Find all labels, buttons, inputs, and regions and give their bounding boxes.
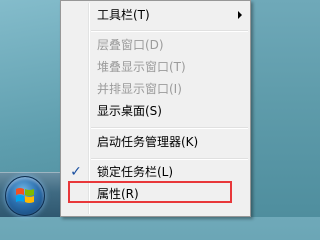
menu-item-side-by-side-windows[interactable]: 并排显示窗口(I) xyxy=(63,78,248,100)
submenu-arrow-icon xyxy=(238,11,242,19)
checkmark-icon: ✓ xyxy=(70,164,82,180)
menu-item-cascade-windows[interactable]: 层叠窗口(D) xyxy=(63,34,248,56)
start-button[interactable] xyxy=(5,176,45,216)
menu-separator xyxy=(91,127,248,129)
windows-logo-icon xyxy=(16,188,34,203)
menu-item-label: 显示桌面(S) xyxy=(97,104,162,118)
menu-item-label: 工具栏(T) xyxy=(97,8,150,22)
menu-item-label: 锁定任务栏(L) xyxy=(97,165,174,179)
menu-item-label: 启动任务管理器(K) xyxy=(97,135,199,149)
highlight-box xyxy=(68,181,232,203)
menu-separator xyxy=(91,158,248,160)
menu-item-toolbars[interactable]: 工具栏(T) xyxy=(63,4,248,26)
menu-item-task-manager[interactable]: 启动任务管理器(K) xyxy=(63,131,248,153)
menu-item-label: 堆叠显示窗口(T) xyxy=(97,60,186,74)
menu-item-show-desktop[interactable]: 显示桌面(S) xyxy=(63,100,248,122)
menu-item-label: 层叠窗口(D) xyxy=(97,38,164,52)
menu-item-lock-taskbar[interactable]: ✓ 锁定任务栏(L) xyxy=(63,161,248,183)
menu-separator xyxy=(91,30,248,32)
menu-item-label: 并排显示窗口(I) xyxy=(97,82,182,96)
menu-item-stack-windows[interactable]: 堆叠显示窗口(T) xyxy=(63,56,248,78)
